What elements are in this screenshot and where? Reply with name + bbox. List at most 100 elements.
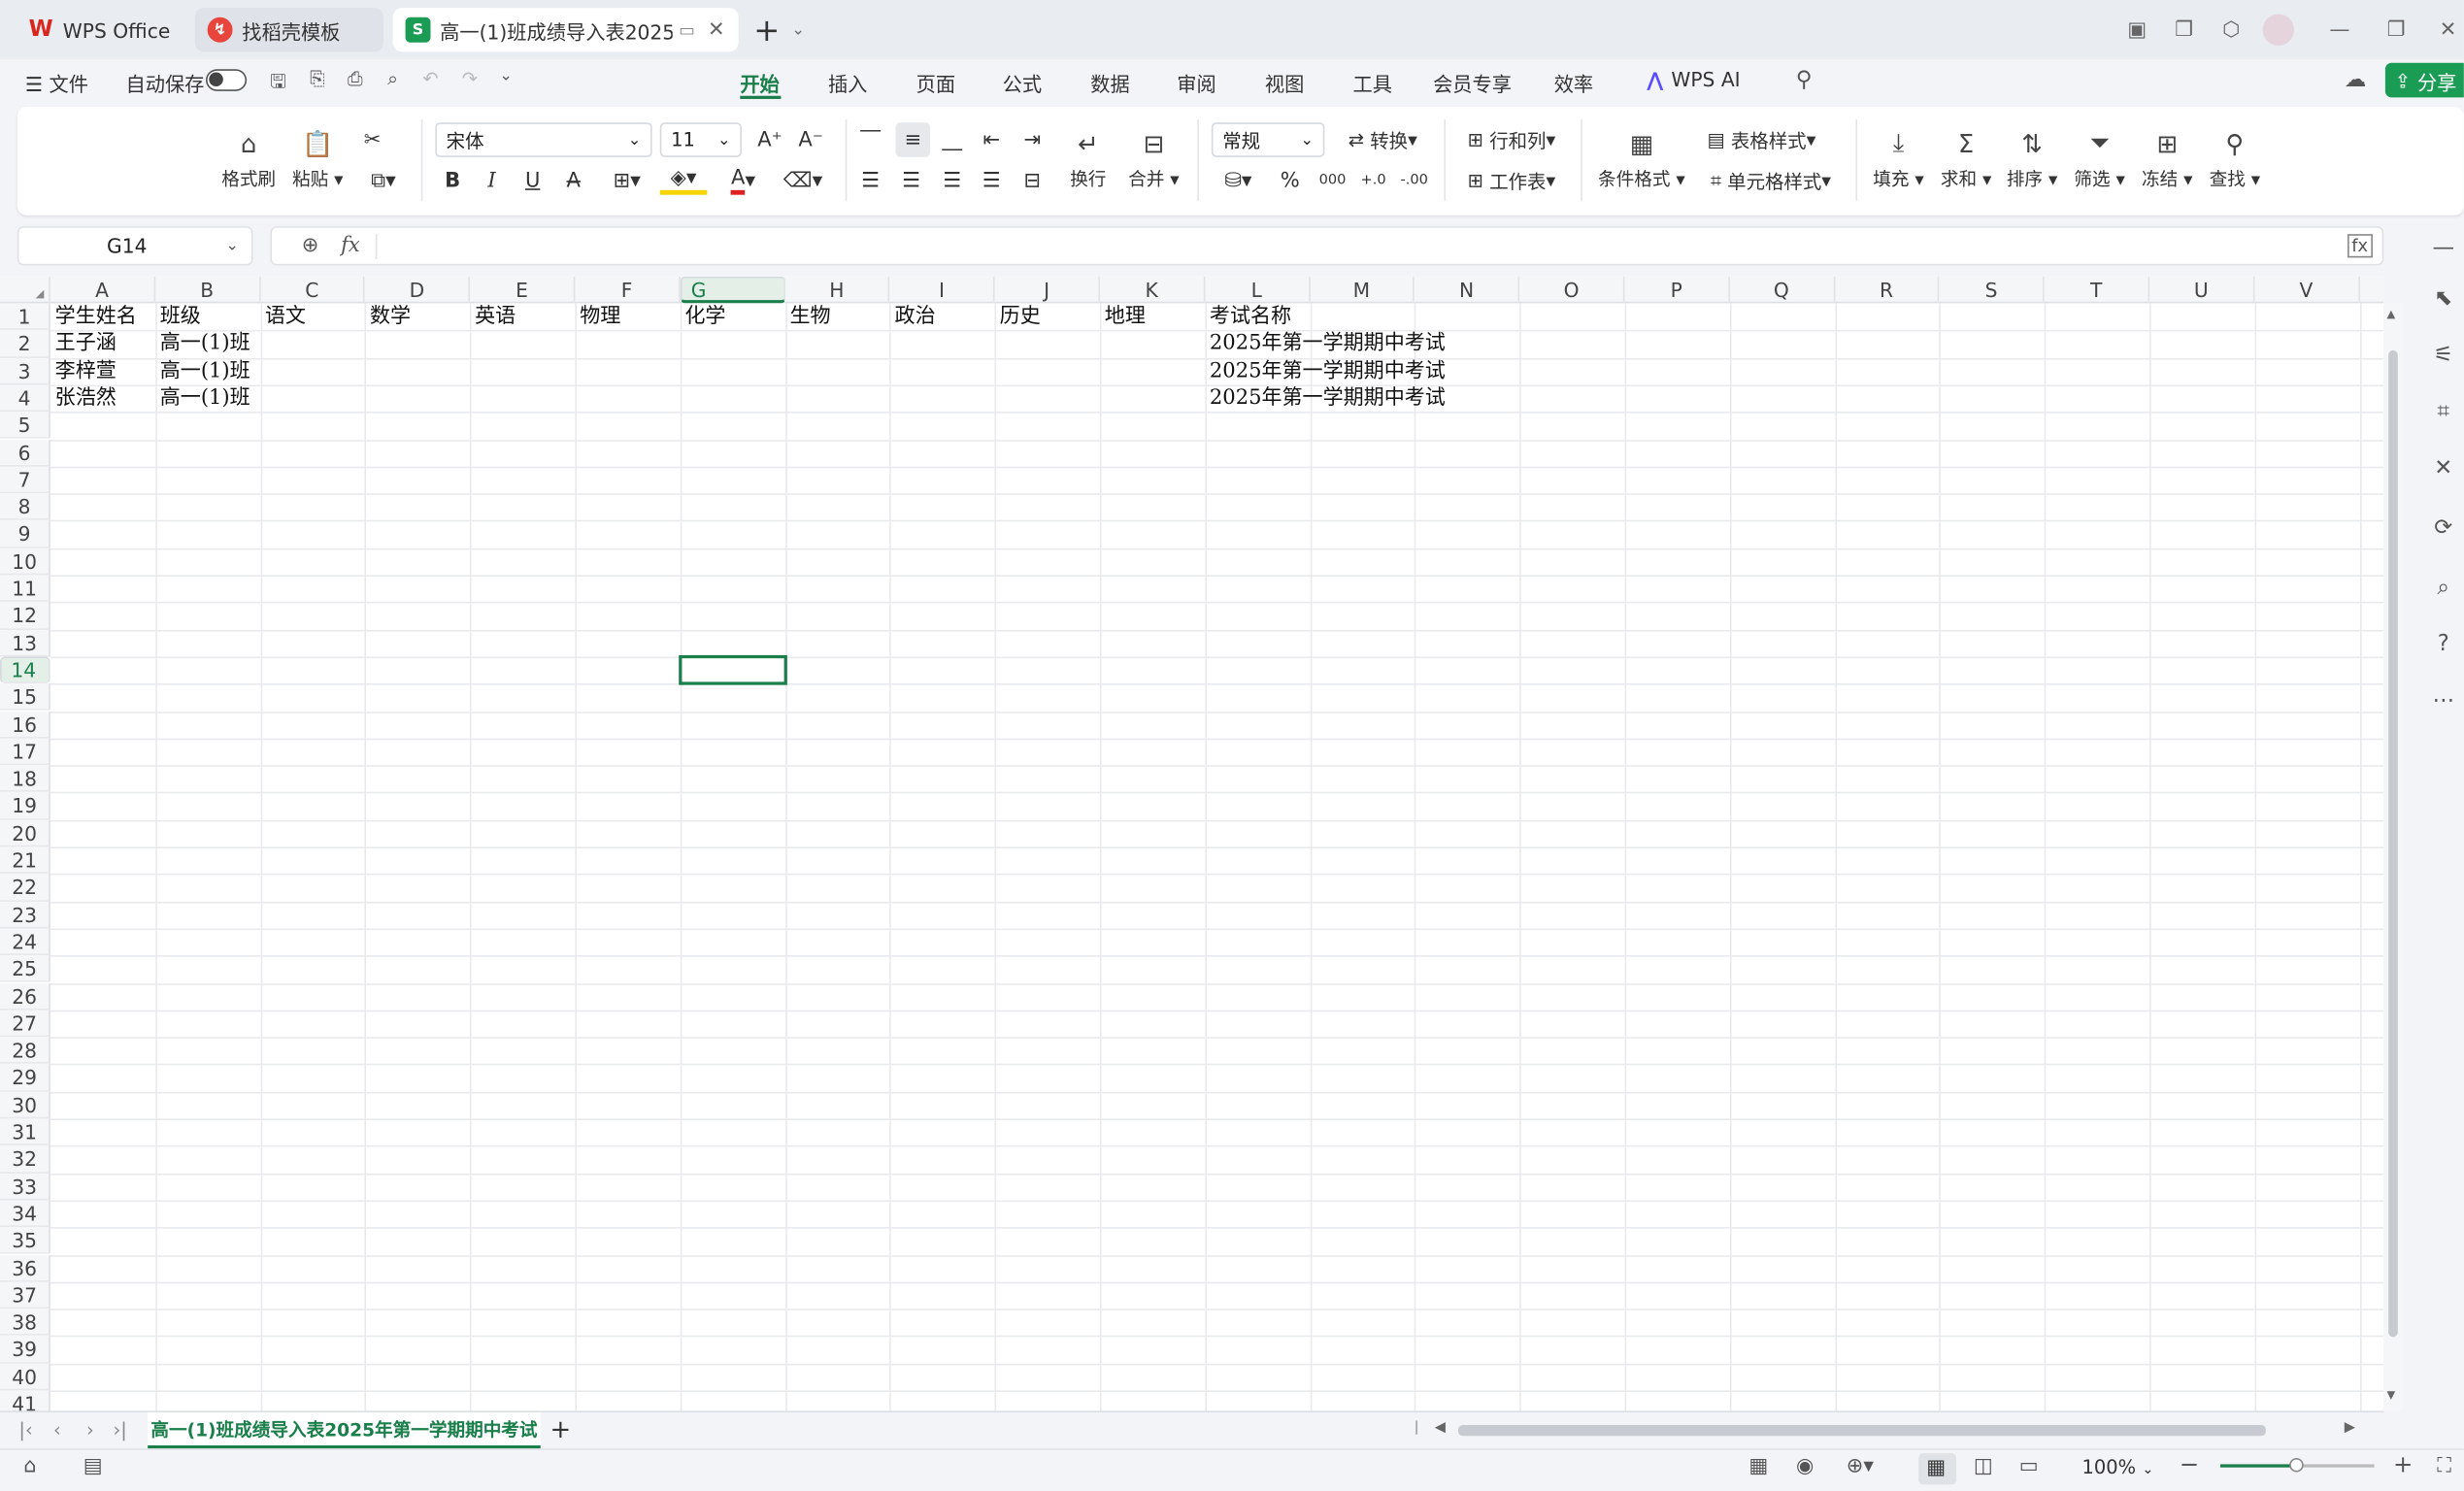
expand-formula-icon[interactable]: fx (2347, 234, 2373, 258)
row-header[interactable]: 5 (0, 412, 50, 440)
search-icon[interactable]: ⚲ (1789, 68, 1817, 93)
header-cell[interactable]: 语文 (260, 303, 306, 330)
column-header[interactable]: Q (1730, 276, 1835, 304)
row-header[interactable]: 9 (0, 520, 50, 548)
rows-and-columns-button[interactable]: ⊞ 行和列 ▾ (1458, 125, 1565, 153)
row-header[interactable]: 11 (0, 575, 50, 603)
increase-font-icon[interactable]: A⁺ (754, 125, 785, 153)
table-style-button[interactable]: ▤ 表格样式 ▾ (1700, 125, 1822, 153)
column-header[interactable]: P (1625, 276, 1730, 304)
first-sheet-icon[interactable]: |‹ (18, 1419, 32, 1441)
file-menu[interactable]: ☰ 文件 (25, 68, 88, 98)
row-header[interactable]: 36 (0, 1254, 50, 1282)
horizontal-scroll-thumb[interactable] (1457, 1424, 2266, 1437)
macro-icon[interactable]: ⌂ (23, 1455, 36, 1478)
column-header[interactable]: A (50, 276, 155, 304)
restore-icon[interactable]: ❐ (2381, 15, 2412, 46)
zoom-in-icon[interactable]: + (2393, 1450, 2413, 1478)
prev-sheet-icon[interactable]: ‹ (53, 1419, 61, 1441)
header-cell[interactable]: 地理 (1100, 303, 1146, 330)
header-cell[interactable]: 化学 (680, 303, 725, 330)
row-header[interactable]: 15 (0, 683, 50, 712)
align-right-icon[interactable]: ☰ (938, 167, 966, 195)
vertical-scrollbar[interactable]: ▲ ▼ (2383, 303, 2403, 1411)
row-header[interactable]: 28 (0, 1037, 50, 1065)
close-window-icon[interactable]: ✕ (2432, 15, 2463, 46)
column-header[interactable]: N (1415, 276, 1520, 304)
decrease-font-icon[interactable]: A⁻ (795, 125, 826, 153)
format-painter-button[interactable]: ⌂ 格式刷 (221, 125, 276, 191)
row-header[interactable]: 21 (0, 846, 50, 875)
collapse-sidebar-icon[interactable]: — (2429, 236, 2457, 264)
fx-icon[interactable]: fx (341, 234, 360, 257)
wps-ai-button[interactable]: ⋀ WPS AI (1647, 68, 1740, 91)
copy-icon[interactable]: ⧉▾ (361, 167, 405, 195)
data-cell[interactable]: 王子涵 (50, 330, 117, 357)
column-header[interactable]: V (2254, 276, 2360, 304)
row-header[interactable]: 3 (0, 357, 50, 385)
locate-icon[interactable]: ⊕▾ (1847, 1455, 1874, 1478)
crop-icon[interactable]: ⌗ (2429, 399, 2457, 427)
row-header[interactable]: 41 (0, 1390, 50, 1411)
header-cell[interactable]: 数学 (365, 303, 411, 330)
row-header[interactable]: 20 (0, 819, 50, 847)
freeze-button[interactable]: ⊞ 冻结 ▾ (2142, 125, 2193, 191)
row-header[interactable]: 14 (0, 656, 50, 684)
row-header[interactable]: 25 (0, 955, 50, 983)
tab-active-workbook[interactable]: S 高一(1)班成绩导入表2025年第 ▭ ✕ (392, 8, 739, 52)
review-icon[interactable]: ⌕ (2429, 575, 2457, 603)
row-header[interactable]: 34 (0, 1200, 50, 1228)
eye-protection-icon[interactable]: ◉ (1796, 1455, 1814, 1478)
data-cell[interactable]: 张浩然 (50, 384, 117, 412)
underline-button[interactable]: U (518, 167, 547, 195)
distributed-align-icon[interactable]: ⊟ (1018, 167, 1047, 195)
data-cell[interactable]: 李梓萱 (50, 357, 117, 384)
share-button[interactable]: ⇪ 分享 (2384, 62, 2464, 98)
zoom-slider[interactable] (2219, 1457, 2375, 1473)
cut-icon[interactable]: ✂ (358, 125, 386, 153)
new-tab-icon[interactable]: + (751, 11, 782, 49)
header-cell[interactable]: 物理 (575, 303, 620, 330)
sheet-tab-active[interactable]: 高一(1)班成绩导入表2025年第一学期期中考试 (148, 1412, 541, 1449)
cell-style-button[interactable]: ⌗ 单元格样式 ▾ (1700, 167, 1842, 195)
row-header[interactable]: 39 (0, 1336, 50, 1364)
print-icon[interactable]: ⎙ (341, 68, 369, 93)
row-header[interactable]: 10 (0, 547, 50, 576)
backup-icon[interactable]: ⟳ (2429, 515, 2457, 544)
cloud-upload-icon[interactable]: ☁ (2342, 68, 2370, 93)
conditional-format-button[interactable]: ▦ 条件格式 ▾ (1598, 125, 1685, 191)
print-preview-icon[interactable]: ⌕ (379, 68, 407, 93)
adjust-icon[interactable]: ⚟ (2429, 343, 2457, 371)
pdf-icon[interactable]: ⎘ (303, 68, 331, 93)
row-header[interactable]: 26 (0, 982, 50, 1011)
bold-button[interactable]: B (439, 167, 467, 195)
selected-cell[interactable] (678, 654, 787, 685)
row-header[interactable]: 18 (0, 765, 50, 793)
row-header[interactable]: 23 (0, 901, 50, 929)
row-header[interactable]: 31 (0, 1118, 50, 1146)
data-cell[interactable]: 2025年第一学期期中考试 (1205, 384, 1446, 412)
header-cell[interactable]: 生物 (785, 303, 830, 330)
select-arrow-icon[interactable]: ⬉ (2429, 286, 2457, 315)
decrease-decimal-button[interactable]: -.00 (1398, 167, 1429, 195)
row-header[interactable]: 32 (0, 1145, 50, 1174)
fill-button[interactable]: ⤓ 填充 ▾ (1873, 125, 1924, 191)
row-header[interactable]: 33 (0, 1173, 50, 1201)
zoom-level[interactable]: 100% ⌄ (2082, 1456, 2154, 1478)
column-header[interactable]: K (1100, 276, 1206, 304)
tab-3[interactable]: 页面 (916, 68, 955, 98)
zoom-slider-thumb[interactable] (2289, 1457, 2304, 1473)
tab-6[interactable]: 审阅 (1177, 68, 1215, 98)
tab-docer-templates[interactable]: ↯ 找稻壳模板 (194, 8, 383, 52)
normal-view-button[interactable]: ▦ (1918, 1453, 1957, 1485)
row-header[interactable]: 17 (0, 738, 50, 766)
next-sheet-icon[interactable]: › (86, 1419, 94, 1441)
row-header[interactable]: 1 (0, 303, 50, 331)
header-cell[interactable]: 英语 (470, 303, 516, 330)
screenshot-icon[interactable]: ▣ (2121, 15, 2152, 46)
help-icon[interactable]: ? (2429, 632, 2457, 660)
column-header[interactable]: R (1835, 276, 1940, 304)
data-cell[interactable]: 2025年第一学期期中考试 (1205, 357, 1446, 384)
italic-button[interactable]: I (478, 167, 506, 195)
last-sheet-icon[interactable]: ›| (114, 1419, 127, 1441)
